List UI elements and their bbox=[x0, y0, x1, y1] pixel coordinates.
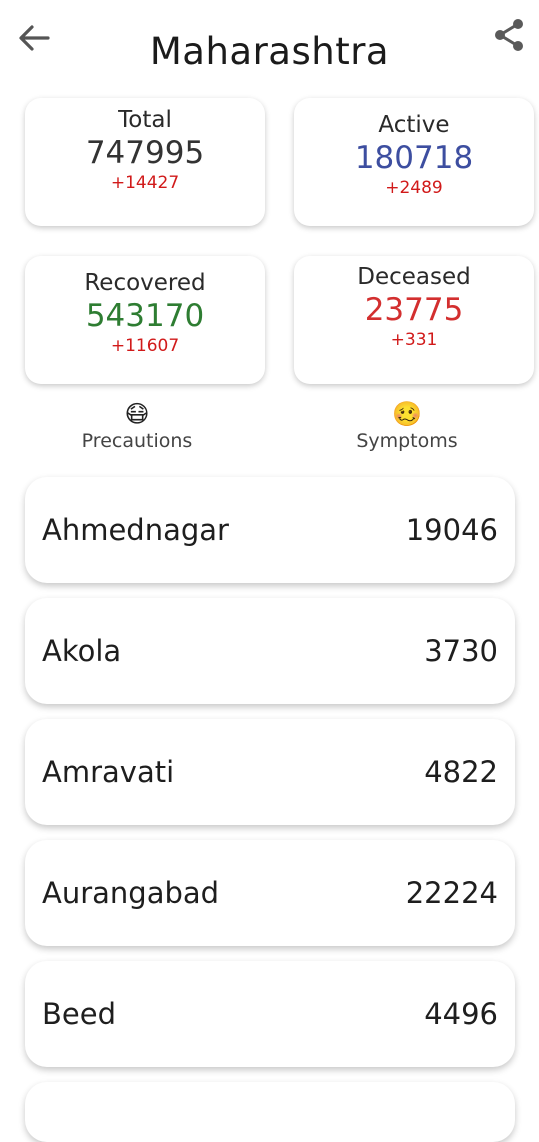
district-row[interactable]: Amravati 4822 bbox=[25, 719, 515, 825]
symptoms-label: Symptoms bbox=[356, 430, 458, 452]
top-bar: Maharashtra bbox=[0, 0, 539, 90]
precautions-label: Precautions bbox=[81, 430, 193, 452]
recovered-delta: +11607 bbox=[110, 336, 180, 356]
recovered-card: Recovered 543170 +11607 bbox=[25, 256, 265, 384]
total-label: Total bbox=[118, 107, 172, 133]
district-row[interactable]: Akola 3730 bbox=[25, 598, 515, 704]
page-title: Maharashtra bbox=[149, 30, 390, 73]
face-mask-icon: 😷 bbox=[124, 400, 150, 428]
district-name: Ahmednagar bbox=[42, 513, 229, 547]
recovered-label: Recovered bbox=[84, 270, 206, 296]
deceased-delta: +331 bbox=[390, 330, 438, 350]
district-count: 22224 bbox=[405, 876, 498, 910]
district-count: 19046 bbox=[405, 513, 498, 547]
symptoms-link[interactable]: 🥴 Symptoms bbox=[317, 400, 497, 452]
district-name: Akola bbox=[42, 634, 122, 668]
district-count: 4822 bbox=[424, 755, 498, 789]
district-name: Amravati bbox=[42, 755, 175, 789]
district-count: 4496 bbox=[424, 997, 498, 1031]
district-row[interactable]: Aurangabad 22224 bbox=[25, 840, 515, 946]
district-count: 3730 bbox=[424, 634, 498, 668]
total-value: 747995 bbox=[85, 135, 205, 171]
woozy-face-icon: 🥴 bbox=[392, 400, 422, 428]
district-name: Aurangabad bbox=[42, 876, 220, 910]
active-delta: +2489 bbox=[385, 178, 443, 198]
deceased-value: 23775 bbox=[364, 292, 464, 328]
precautions-link[interactable]: 😷 Precautions bbox=[47, 400, 227, 452]
share-icon bbox=[495, 19, 523, 51]
deceased-label: Deceased bbox=[357, 264, 471, 290]
active-value: 180718 bbox=[354, 140, 474, 176]
share-button[interactable] bbox=[488, 14, 530, 56]
district-row[interactable]: Ahmednagar 19046 bbox=[25, 477, 515, 583]
deceased-card: Deceased 23775 +331 bbox=[294, 256, 534, 384]
district-row-partial[interactable] bbox=[25, 1082, 515, 1142]
total-card: Total 747995 +14427 bbox=[25, 98, 265, 226]
district-name: Beed bbox=[42, 997, 116, 1031]
district-row[interactable]: Beed 4496 bbox=[25, 961, 515, 1067]
recovered-value: 543170 bbox=[85, 298, 205, 334]
total-delta: +14427 bbox=[110, 173, 180, 193]
active-card: Active 180718 +2489 bbox=[294, 98, 534, 226]
active-label: Active bbox=[378, 112, 450, 138]
